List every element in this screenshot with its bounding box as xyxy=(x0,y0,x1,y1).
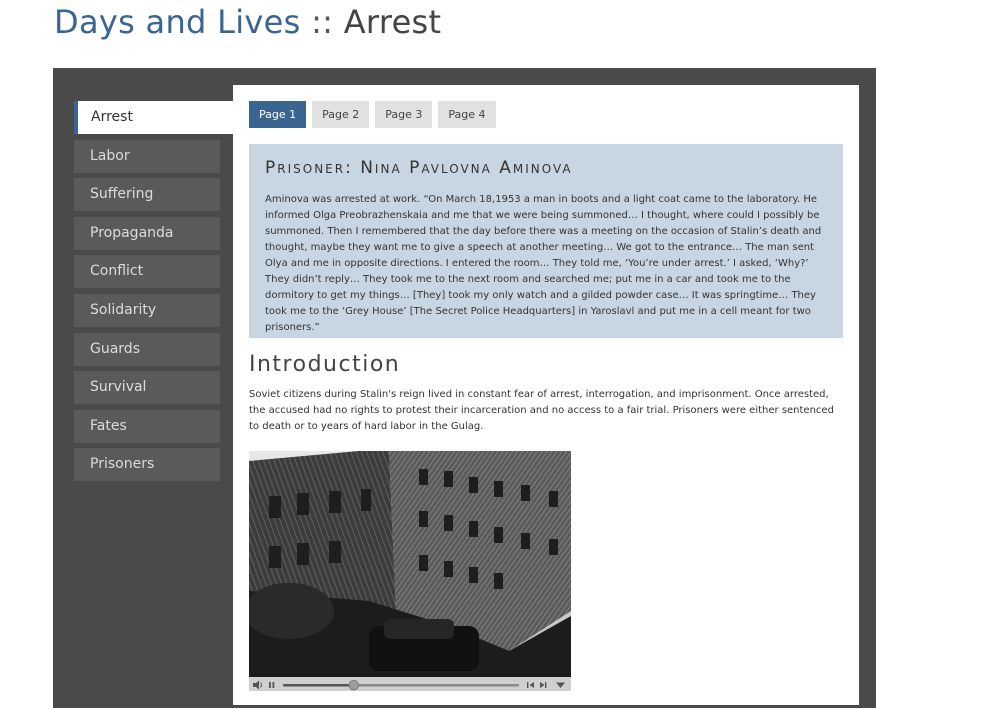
prisoner-quote-box: Prisoner: Nina Pavlovna Aminova Aminova … xyxy=(249,144,843,338)
sidebar-item-conflict[interactable]: Conflict xyxy=(74,255,220,289)
sidebar-item-label: Labor xyxy=(90,147,130,164)
sidebar-nav: Arrest Labor Suffering Propaganda Confli… xyxy=(74,101,234,487)
section-title: Arrest xyxy=(343,3,442,41)
tab-page-1[interactable]: Page 1 xyxy=(249,101,307,128)
sidebar-item-solidarity[interactable]: Solidarity xyxy=(74,293,220,327)
pause-icon[interactable] xyxy=(269,682,275,688)
sidebar-item-suffering[interactable]: Suffering xyxy=(74,178,220,212)
tab-page-2[interactable]: Page 2 xyxy=(312,101,370,128)
sidebar-item-label: Survival xyxy=(90,379,147,396)
skip-back-icon[interactable] xyxy=(527,682,534,688)
sidebar-item-guards[interactable]: Guards xyxy=(74,332,220,366)
title-separator: :: xyxy=(300,3,344,41)
skip-forward-icon[interactable] xyxy=(540,682,547,688)
sidebar-item-label: Solidarity xyxy=(90,301,157,318)
sidebar-item-labor[interactable]: Labor xyxy=(74,139,220,173)
video-controls-graphic xyxy=(253,679,565,691)
video-player[interactable] xyxy=(249,451,571,691)
introduction-heading: Introduction xyxy=(249,352,401,377)
sidebar-item-label: Guards xyxy=(90,340,140,357)
introduction-text: Soviet citizens during Stalin's reign li… xyxy=(249,389,834,432)
main-content: Page 1 Page 2 Page 3 Page 4 Prisoner: Ni… xyxy=(233,85,859,705)
sidebar-item-arrest[interactable]: Arrest xyxy=(74,101,234,134)
sidebar-item-label: Propaganda xyxy=(90,224,174,241)
page-tabs: Page 1 Page 2 Page 3 Page 4 xyxy=(249,101,496,128)
speaker-icon[interactable] xyxy=(253,680,262,690)
sidebar-item-label: Prisoners xyxy=(90,456,155,473)
sidebar-item-fates[interactable]: Fates xyxy=(74,409,220,443)
prisoner-name-heading: Prisoner: Nina Pavlovna Aminova xyxy=(265,158,573,178)
prisoner-quote-text: Aminova was arrested at work. “On March … xyxy=(265,194,822,333)
sidebar-item-label: Arrest xyxy=(91,109,133,125)
sidebar-item-label: Fates xyxy=(90,417,127,434)
video-frame-image xyxy=(249,451,571,679)
sidebar-item-label: Conflict xyxy=(90,263,144,280)
site-title: Days and Lives xyxy=(54,3,301,41)
sidebar-item-survival[interactable]: Survival xyxy=(74,371,220,405)
video-controls xyxy=(249,677,571,691)
sidebar-item-label: Suffering xyxy=(90,186,154,203)
triangle-down-icon[interactable] xyxy=(556,682,565,689)
seek-track[interactable] xyxy=(283,679,519,691)
tab-page-4[interactable]: Page 4 xyxy=(438,101,496,128)
sidebar-item-propaganda[interactable]: Propaganda xyxy=(74,216,220,250)
tab-page-3[interactable]: Page 3 xyxy=(375,101,433,128)
sidebar-item-prisoners[interactable]: Prisoners xyxy=(74,448,220,482)
page-title: Days and Lives :: Arrest xyxy=(54,2,441,42)
